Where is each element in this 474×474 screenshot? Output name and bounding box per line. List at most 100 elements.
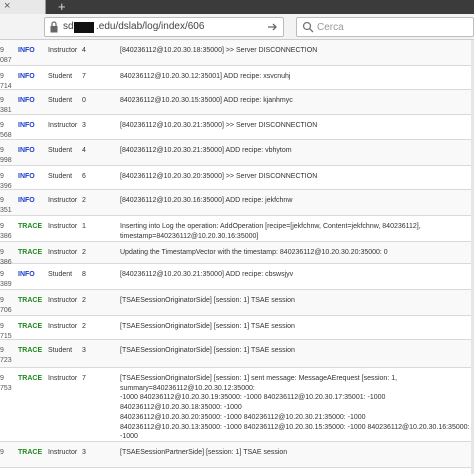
log-id: 2: [82, 197, 86, 204]
navigation-bar: sd .edu/dslab/log/index/606: [0, 14, 474, 40]
log-date: 9 568: [0, 121, 12, 141]
log-role: Instructor: [48, 323, 78, 330]
log-role: Instructor: [48, 449, 78, 456]
browser-tab[interactable]: ×: [0, 0, 46, 14]
log-id: 3: [82, 122, 86, 129]
log-date-top: 9: [0, 449, 4, 456]
log-row: 9 386 TRACE Instructor 2 Updating the Ti…: [0, 242, 474, 266]
log-row: 9 087 INFO Instructor 4 [840236112@10.20…: [0, 40, 474, 66]
log-level-badge: TRACE: [18, 223, 43, 230]
log-date-bottom: 723: [0, 357, 12, 364]
log-date-bottom: 706: [0, 307, 12, 314]
log-message: [TSAESessionOriginatorSide] [session: 1]…: [120, 323, 295, 330]
log-id: 7: [82, 73, 86, 80]
log-level-badge: TRACE: [18, 347, 43, 354]
log-message: Updating the TimestampVector with the ti…: [120, 249, 388, 256]
log-date-top: 9: [0, 323, 4, 330]
log-level-badge: INFO: [18, 47, 35, 54]
log-level-badge: TRACE: [18, 297, 43, 304]
log-row: 9 753 TRACE Instructor 7 [TSAESessionOri…: [0, 368, 474, 442]
log-date: 9 381: [0, 96, 12, 116]
log-role: Instructor: [48, 47, 78, 54]
log-date: 9 753: [0, 374, 12, 394]
log-date-bottom: 087: [0, 57, 12, 64]
log-date-top: 9: [0, 173, 4, 180]
log-row: 9 351 INFO Instructor 2 [840236112@10.20…: [0, 190, 474, 216]
log-date: 9 715: [0, 322, 12, 342]
log-level-badge: INFO: [18, 73, 35, 80]
log-date-bottom: 389: [0, 281, 12, 288]
arrow-right-icon[interactable]: [265, 20, 279, 34]
url-path: .edu/dslab/log/index/606: [96, 21, 205, 32]
log-message: [840236112@10.20.30.16:35000] ADD recipe…: [120, 197, 293, 204]
log-role: Student: [48, 347, 73, 354]
log-date-bottom: 386: [0, 233, 12, 240]
log-date-top: 9: [0, 347, 4, 354]
log-date: 9 386: [0, 222, 12, 242]
log-date-top: 9: [0, 97, 4, 104]
log-message: 840236112@10.20.30.15:35000] ADD recipe:…: [120, 97, 293, 104]
log-level-badge: INFO: [18, 173, 35, 180]
log-role: Instructor: [48, 223, 78, 230]
log-row: 9 386 TRACE Instructor 1 Inserting into …: [0, 216, 474, 242]
log-date: 9 723: [0, 346, 12, 366]
search-box[interactable]: [296, 17, 474, 37]
log-role: Instructor: [48, 297, 78, 304]
log-message: [TSAESessionOriginatorSide] [session: 1]…: [120, 347, 295, 354]
log-row: 9 714 INFO Student 7 840236112@10.20.30.…: [0, 66, 474, 90]
log-row: 9 TRACE Instructor 3 [TSAESessionPartner…: [0, 442, 474, 468]
log-row: 9 396 INFO Student 6 [840236112@10.20.30…: [0, 166, 474, 190]
log-role: Instructor: [48, 122, 78, 129]
log-id: 2: [82, 297, 86, 304]
lock-icon: [50, 21, 58, 33]
log-level-badge: INFO: [18, 122, 35, 129]
url-prefix: sd: [63, 21, 74, 32]
log-id: 1: [82, 223, 86, 230]
log-date: 9 087: [0, 46, 12, 66]
log-date-top: 9: [0, 271, 4, 278]
log-id: 2: [82, 323, 86, 330]
log-message: [TSAESessionOriginatorSide] [session: 1]…: [120, 375, 470, 441]
log-role: Instructor: [48, 249, 78, 256]
close-tab-icon[interactable]: ×: [4, 0, 10, 13]
log-date-top: 9: [0, 297, 4, 304]
log-date-top: 9: [0, 197, 4, 204]
address-bar[interactable]: sd .edu/dslab/log/index/606: [44, 17, 284, 37]
log-date: 9: [0, 448, 12, 458]
log-message: [840236112@10.20.30.18:35000] >> Server …: [120, 47, 318, 54]
log-id: 0: [82, 97, 86, 104]
log-id: 3: [82, 347, 86, 354]
log-id: 2: [82, 249, 86, 256]
log-message: Inserting into Log the operation: AddOpe…: [120, 223, 421, 240]
log-row: 9 998 INFO Student 4 [840236112@10.20.30…: [0, 140, 474, 166]
log-date-top: 9: [0, 249, 4, 256]
log-level-badge: INFO: [18, 147, 35, 154]
log-message: [840236112@10.20.30.21:35000] >> Server …: [120, 122, 318, 129]
log-id: 6: [82, 173, 86, 180]
log-date-top: 9: [0, 223, 4, 230]
log-date: 9 389: [0, 270, 12, 290]
log-level-badge: INFO: [18, 271, 35, 278]
log-role: Student: [48, 73, 73, 80]
log-date: 9 396: [0, 172, 12, 192]
log-level-badge: TRACE: [18, 375, 43, 382]
log-message: [840236112@10.20.30.21:35000] ADD recipe…: [120, 147, 292, 154]
search-input[interactable]: [317, 20, 467, 34]
log-date: 9 706: [0, 296, 12, 316]
log-date: 9 998: [0, 146, 12, 166]
log-row: 9 723 TRACE Student 3 [TSAESessionOrigin…: [0, 340, 474, 368]
log-date-top: 9: [0, 147, 4, 154]
log-date-top: 9: [0, 47, 4, 54]
log-level-badge: TRACE: [18, 249, 43, 256]
new-tab-button[interactable]: +: [58, 0, 66, 13]
log-row: 9 568 INFO Instructor 3 [840236112@10.20…: [0, 115, 474, 140]
log-message: 840236112@10.20.30.12:35001] ADD recipe:…: [120, 73, 291, 80]
log-role: Instructor: [48, 375, 78, 382]
log-row: 9 381 INFO Student 0 840236112@10.20.30.…: [0, 90, 474, 115]
log-id: 8: [82, 271, 86, 278]
log-id: 7: [82, 375, 86, 382]
search-icon: [302, 21, 314, 33]
log-date: 9 714: [0, 72, 12, 92]
log-role: Student: [48, 97, 73, 104]
log-date-bottom: 753: [0, 385, 12, 392]
